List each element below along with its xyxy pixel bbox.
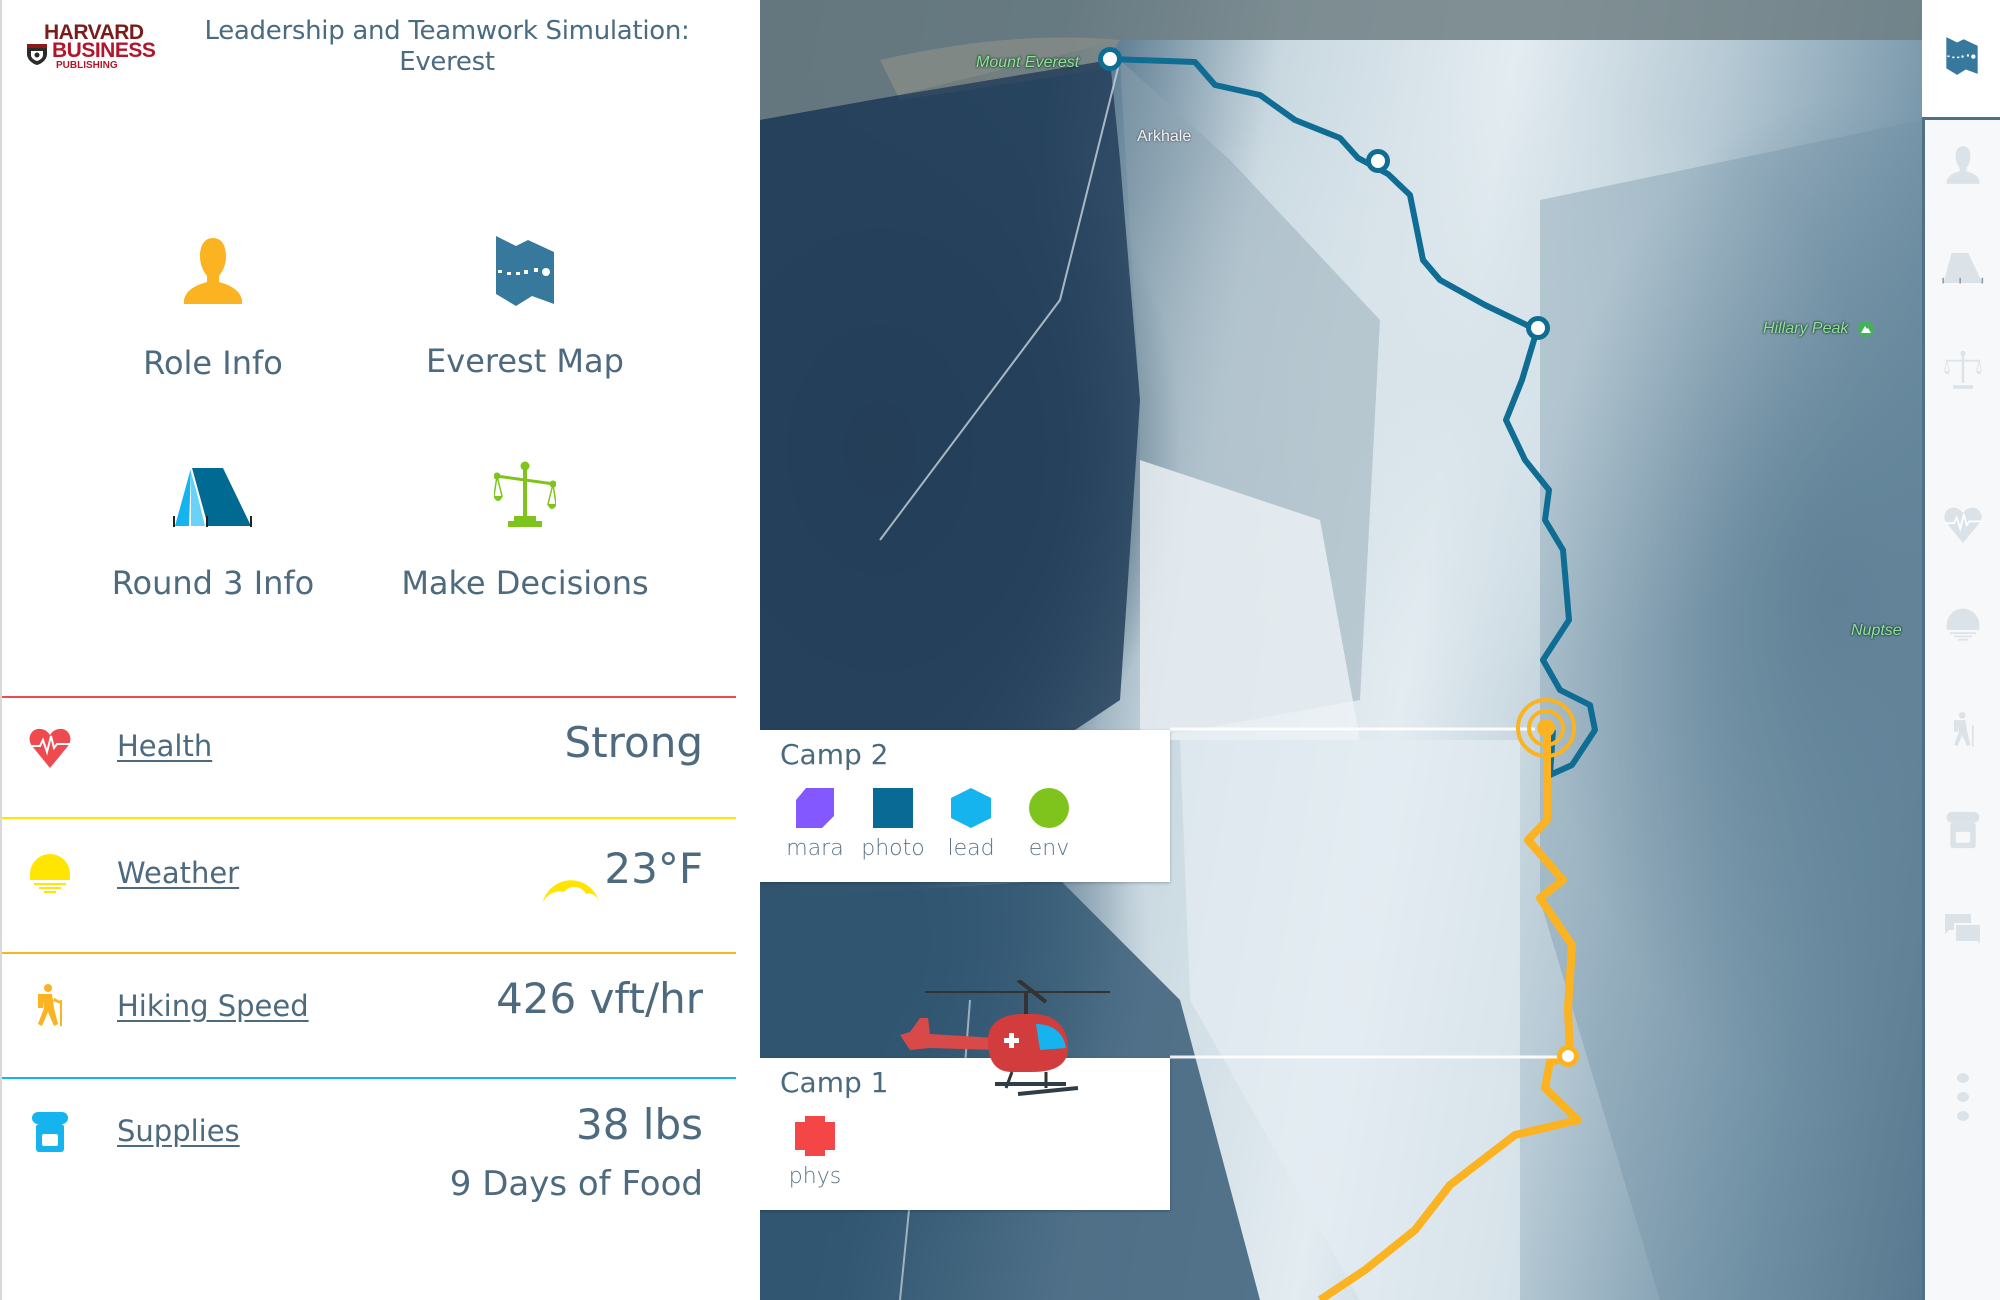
- page-title: Leadership and Teamwork Simulation: Ever…: [204, 16, 690, 77]
- sidebar-item-health[interactable]: [1925, 495, 2000, 555]
- waypoint-summit: [1098, 47, 1122, 71]
- route-upcoming: [1109, 56, 1598, 778]
- role-shape-cross-icon: [795, 1116, 835, 1156]
- role-shape-hexagon-icon: [951, 788, 991, 828]
- everest-map[interactable]: Mount Everest Arkhale Hillary Peak Nupts…: [760, 0, 1922, 1300]
- waypoint-camp-4: [1366, 149, 1390, 173]
- waypoint-camp-1: [1557, 1045, 1579, 1067]
- hiking-speed-divider: [2, 952, 736, 954]
- scales-icon: [1943, 350, 1982, 389]
- shield-icon: [27, 44, 47, 65]
- supplies-food-value: 9 Days of Food: [449, 1164, 703, 1204]
- tile-label: Make Decisions: [401, 564, 649, 602]
- sidebar-item-role[interactable]: [1925, 135, 2000, 195]
- role-photo[interactable]: photo: [858, 788, 928, 861]
- tent-icon: [173, 467, 252, 527]
- person-icon: [184, 238, 242, 304]
- role-shape-cut-square-icon: [796, 788, 834, 828]
- tile-make-decisions[interactable]: Make Decisions: [375, 460, 675, 602]
- waypoint-camp-3: [1526, 316, 1550, 340]
- camp-name: Camp 1: [780, 1066, 889, 1099]
- weather-link[interactable]: Weather: [117, 856, 239, 890]
- role-env[interactable]: env: [1014, 788, 1084, 861]
- heart-pulse-icon: [1943, 507, 1982, 544]
- role-label: mara: [786, 836, 844, 861]
- role-mara[interactable]: mara: [780, 788, 850, 861]
- hbp-logo: HARVARD BUSINESS PUBLISHING: [24, 22, 164, 74]
- health-value: Strong: [564, 718, 703, 767]
- tile-role-info[interactable]: Role Info: [63, 236, 363, 382]
- supplies-weight-value: 38 lbs: [575, 1100, 703, 1149]
- scales-icon: [494, 461, 556, 527]
- role-label: lead: [947, 836, 995, 861]
- sidebar-item-more[interactable]: [1925, 1065, 2000, 1135]
- supplies-divider: [2, 1077, 736, 1079]
- sunset-icon: [30, 854, 70, 893]
- right-sidebar: [1922, 0, 2000, 1300]
- sidebar-item-supplies[interactable]: [1925, 800, 2000, 860]
- sidebar-item-speed[interactable]: [1925, 700, 2000, 760]
- hiker-icon: [1953, 712, 1974, 747]
- supplies-link[interactable]: Supplies: [117, 1114, 240, 1148]
- hiking-speed-link[interactable]: Hiking Speed: [117, 989, 309, 1023]
- tile-label: Round 3 Info: [111, 564, 315, 602]
- sidebar-item-decisions[interactable]: [1925, 340, 2000, 400]
- heart-pulse-icon: [29, 728, 71, 768]
- map-icon: [496, 236, 554, 306]
- helicopter-icon[interactable]: [900, 980, 1120, 1100]
- sidebar-item-map[interactable]: [1922, 0, 2000, 120]
- hiking-speed-value: 426 vft/hr: [496, 974, 703, 1023]
- person-icon: [1945, 146, 1980, 184]
- sidebar-item-round[interactable]: [1925, 238, 2000, 298]
- tent-icon: [1941, 253, 1983, 284]
- tile-label: Role Info: [143, 344, 283, 382]
- role-shape-circle-icon: [1029, 788, 1069, 828]
- route-completed: [1317, 730, 1582, 1300]
- weather-value: 23°F: [604, 844, 703, 893]
- sunset-icon: [1946, 608, 1979, 641]
- logo-line-publishing: PUBLISHING: [56, 60, 118, 71]
- tile-everest-map[interactable]: Everest Map: [375, 234, 675, 380]
- left-panel: HARVARD BUSINESS PUBLISHING Leadership a…: [0, 0, 760, 1300]
- sidebar-item-weather[interactable]: [1925, 595, 2000, 655]
- map-icon: [1946, 37, 1978, 75]
- backpack-icon: [1946, 811, 1979, 849]
- role-phys[interactable]: phys: [780, 1116, 850, 1189]
- health-link[interactable]: Health: [117, 729, 212, 763]
- role-label: photo: [861, 836, 925, 861]
- logo-line-business: BUSINESS: [52, 39, 156, 62]
- role-lead[interactable]: lead: [936, 788, 1006, 861]
- weather-divider: [2, 817, 736, 819]
- camp-card-camp-2[interactable]: Camp 2 mara photo lead env: [760, 730, 1170, 882]
- chat-icon: [1944, 914, 1982, 948]
- backpack-icon: [32, 1112, 68, 1152]
- sidebar-item-chat[interactable]: [1925, 900, 2000, 960]
- role-label: phys: [788, 1164, 842, 1189]
- hiker-icon: [38, 984, 62, 1026]
- tile-label: Everest Map: [426, 342, 624, 380]
- health-divider: [2, 696, 736, 698]
- role-label: env: [1028, 836, 1070, 861]
- sun-cloud-icon: [542, 880, 600, 904]
- camp-name: Camp 2: [780, 738, 889, 771]
- more-vertical-icon: [1956, 1073, 1969, 1121]
- tile-round-3-info[interactable]: Round 3 Info: [63, 466, 363, 602]
- role-shape-square-icon: [873, 788, 913, 828]
